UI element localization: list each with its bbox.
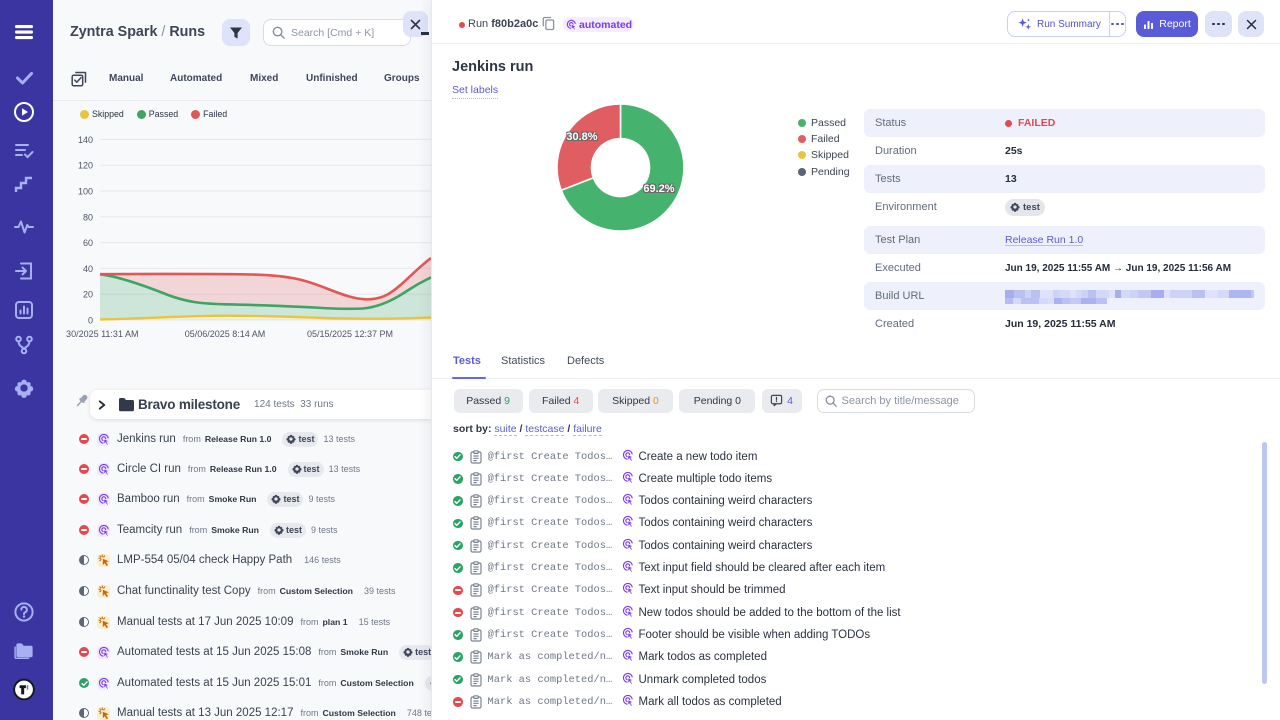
svg-text:0: 0 — [88, 316, 93, 326]
svg-text:120: 120 — [78, 161, 93, 171]
svg-text:80: 80 — [83, 212, 93, 222]
svg-text:05/15/2025 12:37 PM: 05/15/2025 12:37 PM — [307, 329, 393, 339]
svg-text:04/30/2025 11:31 AM: 04/30/2025 11:31 AM — [54, 329, 139, 339]
svg-text:60: 60 — [83, 238, 93, 248]
svg-text:05/06/2025 8:14 AM: 05/06/2025 8:14 AM — [185, 329, 266, 339]
svg-text:100: 100 — [78, 187, 93, 197]
svg-text:40: 40 — [83, 264, 93, 274]
svg-text:140: 140 — [78, 135, 93, 145]
svg-text:20: 20 — [83, 290, 93, 300]
